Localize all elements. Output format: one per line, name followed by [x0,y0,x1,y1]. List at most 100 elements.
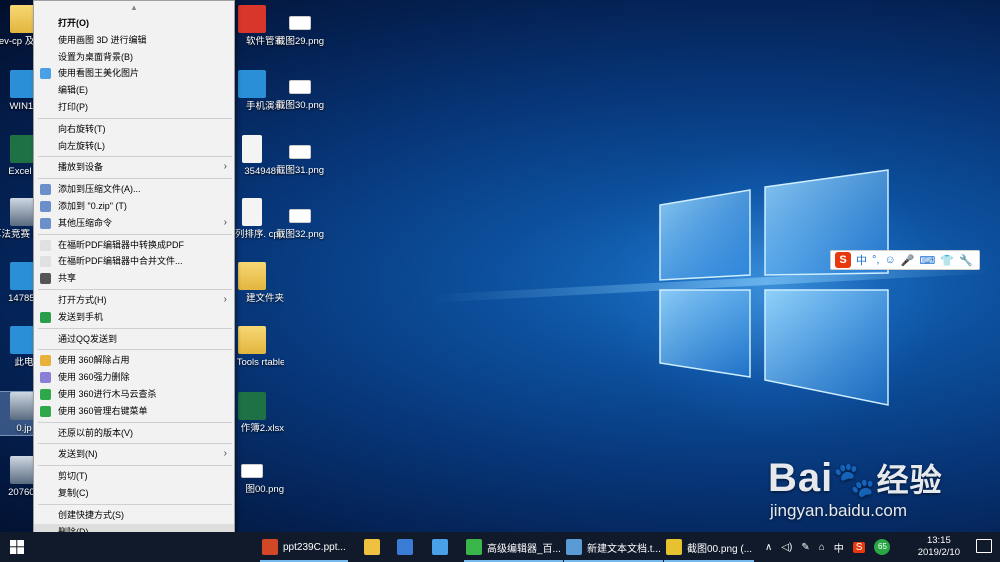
menu-separator [38,156,232,158]
show-hidden-icons[interactable]: ∧ [765,542,772,553]
wrench-icon[interactable]: 🔧 [959,254,973,267]
menu-item[interactable]: 使用画图 3D 进行编辑 [34,32,234,49]
menu-item-label: 打印(P) [58,101,88,112]
menu-item[interactable]: 还原以前的版本(V) [34,425,234,442]
watermark-brand: Bai [768,456,834,500]
menu-item-label: 复制(C) [58,487,89,498]
screenshot29-icon[interactable]: 截图29.png [268,8,332,48]
menu-item[interactable]: 创建快捷方式(S) [34,507,234,524]
menu-item[interactable]: 发送到(N) › [34,446,234,463]
menu-item[interactable]: 共享 [34,270,234,287]
start-button[interactable] [0,532,34,562]
taskbar-ppt[interactable]: ppt239C.ppt... [258,532,350,562]
sogou-ime-toolbar[interactable]: S 中 °, ☺ 🎤 ⌨ 👕 🔧 [830,250,980,270]
menu-item-label: 使用 360解除占用 [58,355,130,366]
taskbar-remote[interactable] [428,532,452,562]
menu-item[interactable]: 编辑(E) [34,82,234,99]
taskbar-file-explorer[interactable] [360,532,384,562]
submenu-chevron-icon: › [223,161,227,173]
screenshot32-icon[interactable]: 截图32.png [268,201,332,241]
desktop-icon-label: 截图31.png [275,165,325,176]
baidu-watermark: Bai🐾经验 jingyan.baidu.com [768,455,943,521]
menu-item-label: 添加到压缩文件(A)... [58,184,141,195]
screenshot31-icon[interactable]: 截图31.png [268,137,332,177]
file-354948-glyph-icon [242,135,262,163]
menu-item[interactable]: 使用 360管理右键菜单 [34,403,234,420]
security-badge-icon[interactable]: 65 [874,539,891,555]
taskbar-clock[interactable]: 13:15 2019/2/10 [918,535,960,559]
menu-item[interactable]: 设置为桌面背景(B) [34,49,234,66]
menu-item[interactable]: 在福昕PDF编辑器中合并文件... [34,253,234,270]
taskbar-editor-icon [466,539,482,555]
ime-mode-toggle[interactable]: 中 [856,252,867,268]
menu-item[interactable]: 剪切(T) [34,468,234,485]
skin-icon[interactable]: 👕 [940,254,954,267]
emoji-icon[interactable]: ☺ [884,254,895,266]
clock-date: 2019/2/10 [917,547,960,558]
menu-item[interactable]: 使用 360进行木马云查杀 [34,386,234,403]
submenu-chevron-icon: › [223,448,227,460]
taskbar-store[interactable] [393,532,417,562]
menu-item[interactable]: 使用 360强力删除 [34,369,234,386]
desktop-icon-label: 截图32.png [275,229,325,240]
taskbar-screenshot[interactable]: 截图00.png (... [662,532,756,562]
taskbar-app-label: 高级编辑器_百... [487,543,561,555]
menu-item[interactable]: 使用 360解除占用 [34,352,234,369]
menu-item-label: 使用 360管理右键菜单 [58,405,148,416]
menu-item[interactable]: 添加到 "0.zip" (T) [34,198,234,215]
menu-item-label: 使用画图 3D 进行编辑 [58,34,147,45]
menu-item[interactable]: 打开方式(H) › [34,292,234,309]
menu-item-label: 向左旋转(L) [58,140,105,151]
menu-item[interactable]: 在福昕PDF编辑器中转换成PDF [34,237,234,254]
ms-tools-glyph-icon [238,326,266,354]
menu-item[interactable]: 发送到手机 [34,309,234,326]
keyboard-icon[interactable]: ⌨ [919,254,935,267]
menu-scroll-up-icon[interactable]: ▲ [34,1,234,15]
desktop-icon-label: 截图30.png [275,100,325,111]
taskbar-remote-icon [432,539,448,555]
action-center-icon[interactable] [976,539,992,553]
menu-item[interactable]: 打开(O) [34,15,234,32]
menu-item[interactable]: 打印(P) [34,99,234,116]
menu-item-label: 还原以前的版本(V) [58,427,133,438]
ime-punct-toggle[interactable]: °, [872,254,879,266]
png00-glyph-icon [241,464,263,478]
menu-item[interactable]: 添加到压缩文件(A)... [34,181,234,198]
volume-icon[interactable]: ◁) [781,542,792,553]
file-context-menu[interactable]: ▲ 打开(O) 使用画图 3D 进行编辑设置为桌面背景(B) 使用看图王美化图片 编辑… [33,0,235,556]
sogou-logo-icon[interactable]: S [835,252,851,268]
taskbar-file-explorer-icon [364,539,380,555]
menu-item-icon [40,200,51,212]
microphone-icon[interactable]: 🎤 [901,254,915,267]
input-language-icon[interactable]: 中 [834,540,844,555]
menu-separator [38,443,232,445]
menu-item-icon [40,405,51,417]
menu-separator [38,117,232,119]
menu-item[interactable]: 播放到设备 › [34,159,234,176]
sogou-tray-icon[interactable]: S [852,541,866,553]
taskbar-notepad[interactable]: 新建文本文档.t... [562,532,665,562]
pen-icon[interactable]: ✎ [801,542,809,553]
menu-item[interactable]: 向右旋转(T) [34,121,234,138]
menu-separator [38,178,232,180]
screenshot30-icon[interactable]: 截图30.png [268,72,332,112]
submenu-chevron-icon: › [223,216,227,228]
menu-item-icon [40,256,51,268]
menu-item-label: 添加到 "0.zip" (T) [58,200,127,211]
menu-item[interactable]: 使用看图王美化图片 [34,65,234,82]
menu-item-label: 发送到手机 [58,311,104,322]
new-folder-glyph-icon [238,262,266,290]
menu-item-icon [40,388,51,400]
menu-item-label: 使用 360进行木马云查杀 [58,388,157,399]
menu-item[interactable]: 向左旋转(L) [34,138,234,155]
menu-item[interactable]: 通过QQ发送到 [34,331,234,348]
taskbar-editor[interactable]: 高级编辑器_百... [462,532,565,562]
menu-item-label: 其他压缩命令 [58,217,113,228]
menu-item[interactable]: 其他压缩命令 › [34,215,234,232]
menu-item[interactable]: 复制(C) [34,485,234,502]
network-icon[interactable]: ⌂ [819,542,825,553]
software-manager-glyph-icon [238,5,266,33]
menu-separator [38,421,232,423]
menu-item-icon [40,239,51,251]
menu-item-label: 播放到设备 [58,162,104,173]
